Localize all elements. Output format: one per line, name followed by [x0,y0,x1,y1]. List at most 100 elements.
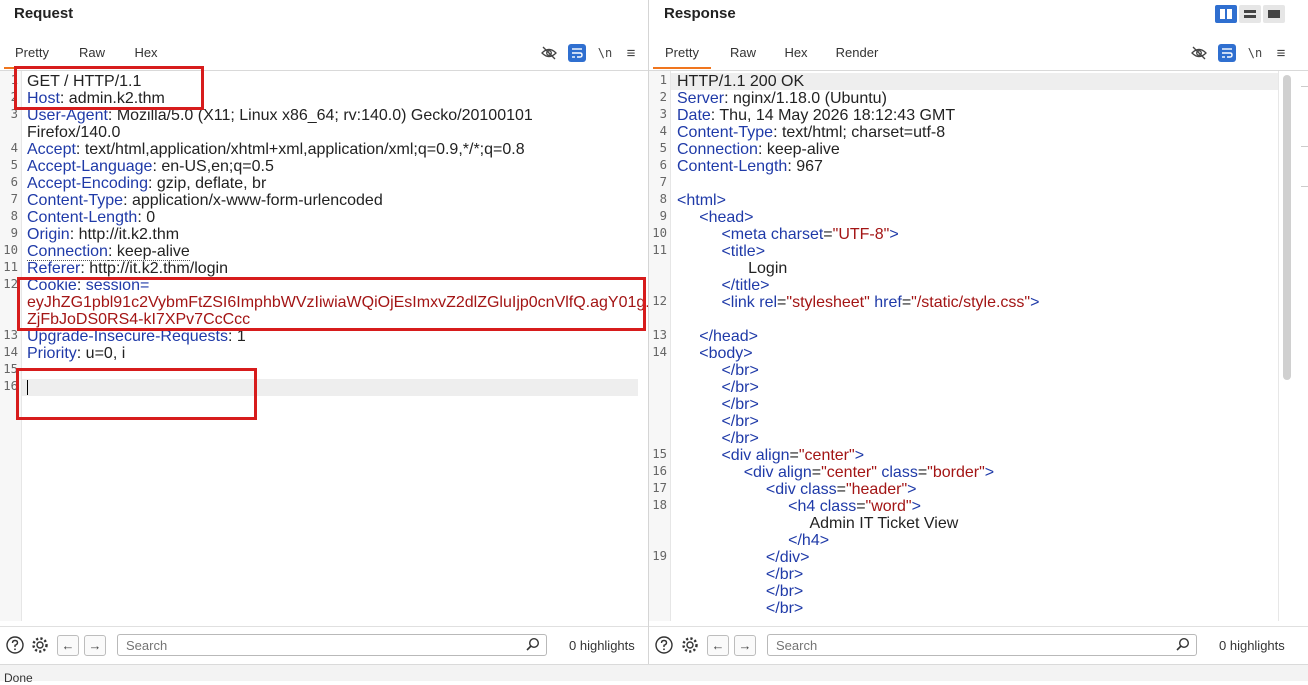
tab-pretty[interactable]: Pretty [653,42,711,69]
line-number: 7 [10,192,18,206]
request-highlights-count: 0 highlights [569,638,635,653]
line-number: 16 [652,464,667,478]
response-line: <link rel="stylesheet" href="/static/sty… [721,294,1040,311]
response-line: Date: Thu, 14 May 2026 18:12:43 GMT [677,107,956,124]
response-line: </br> [721,379,759,396]
line-number: 3 [10,107,18,121]
header-name: Priority [27,345,77,362]
request-search-input[interactable] [124,637,508,654]
settings-gear-icon[interactable] [30,635,50,655]
line-number: 3 [659,107,667,121]
request-editor[interactable]: 1 GET / HTTP/1.1 2 Host: admin.k2.thm 3 User-… [0,71,648,621]
line-number: 6 [10,175,18,189]
word-wrap-icon[interactable] [1218,44,1236,62]
response-line: Admin IT Ticket View [677,515,959,532]
hide-eye-icon[interactable] [540,44,558,62]
help-icon[interactable] [5,635,25,655]
request-line: Host: admin.k2.thm [27,90,165,107]
header-value: eyJhZG1pbl91c2VybmFtZSI6ImphbWVzIiwiaWQi… [27,294,648,311]
response-search-box[interactable] [767,634,1197,656]
tab-render[interactable]: Render [827,42,887,69]
request-line: Upgrade-Insecure-Requests: 1 [27,328,246,345]
response-line: Server: nginx/1.18.0 (Ubuntu) [677,90,887,107]
status-text: Done [4,671,33,685]
request-line: ZjFbJoDS0RS4-kI7XPv7CcCcc [27,311,250,328]
help-icon[interactable] [654,635,674,655]
tab-pretty[interactable]: Pretty [4,42,60,69]
header-value: http://it.k2.thm [74,226,180,243]
header-value: Firefox/140.0 [27,124,121,141]
line-number: 14 [3,345,18,359]
layout-tabs-button[interactable] [1263,5,1285,23]
text-caret [27,380,28,395]
response-line: <body> [699,345,753,362]
header-value: application/x-www-form-urlencoded [127,192,383,209]
word-wrap-icon[interactable] [568,44,586,62]
response-line: </br> [765,566,804,583]
line-number: 2 [10,90,18,104]
request-line: Accept-Encoding: gzip, deflate, br [27,175,266,192]
tab-hex[interactable]: Hex [124,42,168,69]
line-number: 5 [10,158,18,172]
settings-gear-icon[interactable] [680,635,700,655]
header-name: Accept-Encoding [27,175,148,192]
header-value: ZjFbJoDS0RS4-kI7XPv7CcCcc [27,311,251,328]
line-number: 11 [3,260,18,274]
response-line: <title> [721,243,766,260]
line-number: 15 [652,447,667,461]
request-line: Connection: keep-alive [27,243,190,261]
response-line: </br> [721,430,759,447]
request-line: Cookie: session= [27,277,149,294]
line-number: 9 [10,226,18,240]
response-line: <div class="header"> [765,481,917,498]
header-name: Server [677,90,725,107]
next-match-button[interactable]: → [734,635,756,656]
header-name: Host [27,90,60,107]
response-search-input[interactable] [774,637,1158,654]
response-line: HTTP/1.1 200 OK [677,73,805,90]
next-match-button[interactable]: → [84,635,106,656]
request-line: Origin: http://it.k2.thm [27,226,179,243]
response-line: Login [677,260,788,277]
header-name: Connection [27,243,108,261]
request-search-box[interactable] [117,634,547,656]
request-line: Referer: http://it.k2.thm/login [27,260,228,277]
response-line: </br> [721,413,759,430]
menu-icon[interactable]: ≡ [622,44,640,62]
scrollbar-thumb[interactable] [1283,75,1291,380]
request-toolbar: \n ≡ [540,44,640,62]
header-name: User-Agent [27,107,108,124]
response-line: Content-Length: 967 [677,158,823,175]
tab-hex[interactable]: Hex [775,42,817,69]
search-icon [1176,637,1190,656]
response-line: </br> [721,396,759,413]
response-highlights-count: 0 highlights [1219,638,1285,653]
header-value: http://it.k2.thm/login [84,260,228,277]
hide-eye-icon[interactable] [1190,44,1208,62]
line-number: 8 [10,209,18,223]
line-number: 4 [659,124,667,138]
previous-match-button[interactable]: ← [57,635,79,656]
header-value: GET / HTTP/1.1 [27,73,142,90]
line-number: 4 [10,141,18,155]
header-name: Referer [27,260,81,277]
layout-split-rows-button[interactable] [1239,5,1261,23]
line-number: 9 [659,209,667,223]
response-line: Connection: keep-alive [677,141,840,158]
previous-match-button[interactable]: ← [707,635,729,656]
response-line: <h4 class="word"> [788,498,921,515]
header-name: Accept-Language [27,158,153,175]
request-title: Request [14,5,74,22]
tab-raw[interactable]: Raw [719,42,767,69]
response-line: <div align="center"> [721,447,865,464]
layout-split-columns-button[interactable] [1215,5,1237,23]
response-editor[interactable]: 1 HTTP/1.1 200 OK 2 Server: nginx/1.18.0 (U… [649,71,1308,621]
line-number: 12 [3,277,18,291]
tab-raw[interactable]: Raw [68,42,116,69]
request-line: Content-Type: application/x-www-form-url… [27,192,383,209]
menu-icon[interactable]: ≡ [1272,44,1290,62]
header-name: Connection [677,141,758,158]
newline-toggle-icon[interactable]: \n [1246,44,1264,62]
newline-toggle-icon[interactable]: \n [596,44,614,62]
response-scrollbar[interactable] [1278,71,1297,621]
